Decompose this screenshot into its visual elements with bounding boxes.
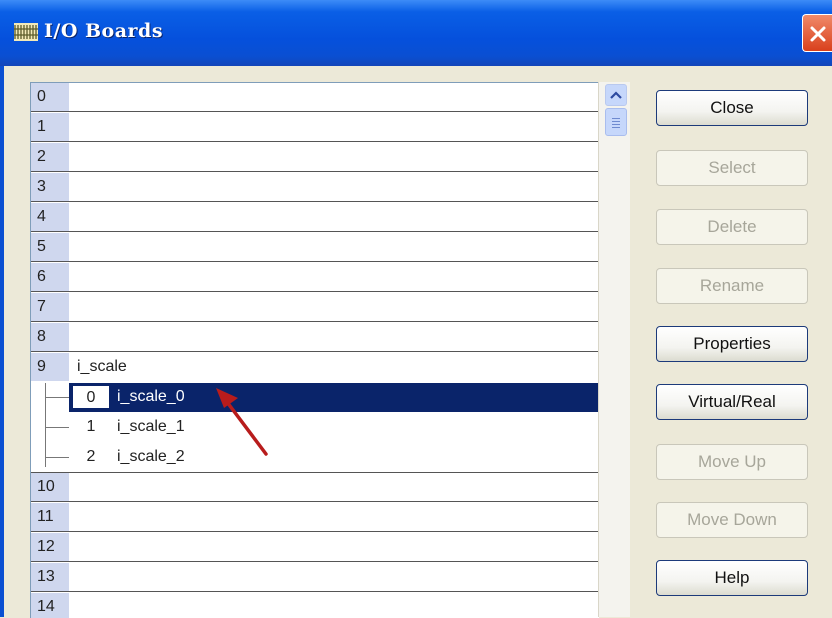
- slot-number: 12: [31, 533, 69, 561]
- slot-number: 9: [31, 353, 69, 381]
- rename-button[interactable]: Rename: [656, 268, 808, 304]
- tree-connector: [45, 427, 69, 428]
- list-row-slot-2[interactable]: 2: [31, 143, 599, 172]
- list-row-slot-9[interactable]: 9 i_scale: [31, 353, 599, 382]
- list-row-slot-4[interactable]: 4: [31, 203, 599, 232]
- help-button[interactable]: Help: [656, 560, 808, 596]
- slot-number: 3: [31, 173, 69, 201]
- scroll-up-button[interactable]: [605, 84, 627, 106]
- list-row-slot-13[interactable]: 13: [31, 563, 599, 592]
- chevron-up-icon: [610, 91, 622, 99]
- slot-number: 2: [31, 143, 69, 171]
- list-row-slot-12[interactable]: 12: [31, 533, 599, 562]
- slot-number: 14: [31, 593, 69, 618]
- list-row-slot-8[interactable]: 8: [31, 323, 599, 352]
- list-row-slot-6[interactable]: 6: [31, 263, 599, 292]
- red-arrow-icon: [216, 388, 268, 456]
- list-row-slot-0[interactable]: 0: [31, 83, 599, 112]
- tree-connector: [45, 383, 46, 467]
- list-row-sub-1[interactable]: 1 i_scale_1: [69, 413, 599, 442]
- sub-slot-name: i_scale_0: [117, 388, 185, 405]
- slot-number: 11: [31, 503, 69, 531]
- slot-number: 13: [31, 563, 69, 591]
- tree-connector: [45, 457, 69, 458]
- slot-name: i_scale: [77, 358, 127, 375]
- select-button[interactable]: Select: [656, 150, 808, 186]
- sub-slot-name: i_scale_2: [117, 448, 185, 465]
- title-bar: I/O Boards: [0, 0, 832, 66]
- list-row-slot-10[interactable]: 10: [31, 473, 599, 502]
- io-board-list[interactable]: 0 1 2 3 4 5 6 7 8 9 i_scale 0 i_scale_0 …: [30, 82, 599, 618]
- move-up-button[interactable]: Move Up: [656, 444, 808, 480]
- slot-number: 1: [31, 113, 69, 141]
- list-row-slot-1[interactable]: 1: [31, 113, 599, 142]
- virtual-real-button[interactable]: Virtual/Real: [656, 384, 808, 420]
- move-down-button[interactable]: Move Down: [656, 502, 808, 538]
- slot-number: 6: [31, 263, 69, 291]
- close-x-icon: [810, 26, 826, 42]
- window-border: [0, 66, 4, 617]
- close-button[interactable]: Close: [656, 90, 808, 126]
- delete-button[interactable]: Delete: [656, 209, 808, 245]
- list-row-slot-14[interactable]: 14: [31, 593, 599, 618]
- list-row-slot-5[interactable]: 5: [31, 233, 599, 262]
- sub-slot-name: i_scale_1: [117, 418, 185, 435]
- slot-number: 7: [31, 293, 69, 321]
- sub-slot-number: 2: [86, 448, 96, 465]
- slot-number: 4: [31, 203, 69, 231]
- list-row-sub-2[interactable]: 2 i_scale_2: [69, 443, 599, 472]
- slot-number: 0: [31, 83, 69, 111]
- list-row-sub-0-selected[interactable]: 0 i_scale_0: [69, 383, 599, 412]
- list-row-slot-7[interactable]: 7: [31, 293, 599, 322]
- window-close-button[interactable]: [802, 14, 832, 52]
- list-row-slot-11[interactable]: 11: [31, 503, 599, 532]
- properties-button[interactable]: Properties: [656, 326, 808, 362]
- grid-icon: [14, 23, 38, 41]
- slot-number: 5: [31, 233, 69, 261]
- sub-slot-number: 0: [71, 384, 111, 410]
- list-row-slot-3[interactable]: 3: [31, 173, 599, 202]
- window-title: I/O Boards: [44, 20, 164, 42]
- scroll-thumb[interactable]: [605, 108, 627, 136]
- slot-number: 8: [31, 323, 69, 351]
- vertical-scrollbar[interactable]: [598, 82, 630, 617]
- slot-number: 10: [31, 473, 69, 501]
- tree-connector: [45, 397, 69, 398]
- sub-slot-number: 1: [86, 418, 96, 435]
